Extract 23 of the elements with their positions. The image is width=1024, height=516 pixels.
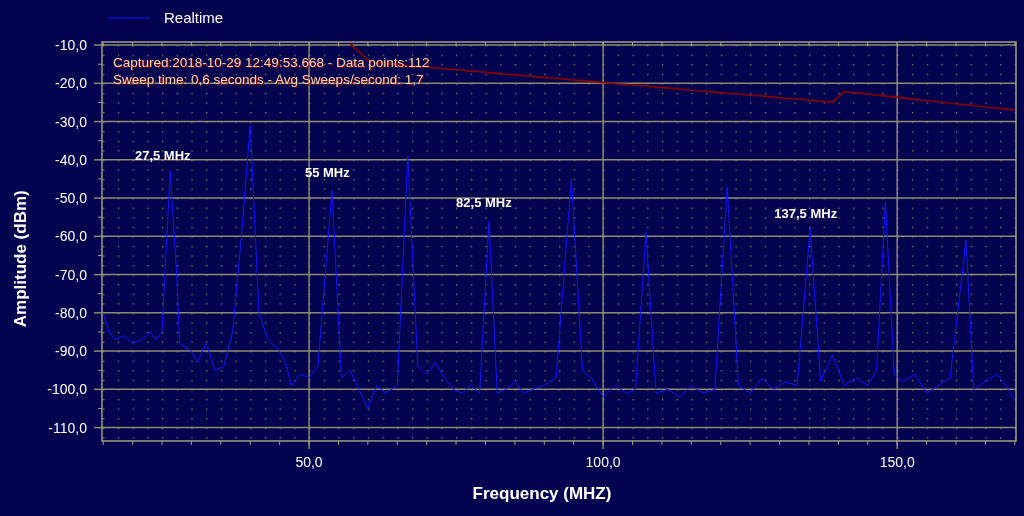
y-tick-label: -30,0 [55,113,87,130]
peak-label: 55 MHz [304,165,350,181]
peak-label: 27,5 MHz [134,148,191,164]
y-tick-label: -60,0 [55,228,87,245]
x-axis-title: Frequency (MHZ) [472,483,612,505]
x-tick-label: 150,0 [879,454,915,470]
y-tick-label: -110,0 [48,419,87,436]
legend-line-icon [108,17,150,19]
x-tick-label: 50,0 [295,454,323,470]
y-tick-label: -70,0 [55,266,87,283]
peak-label: 82,5 MHz [456,194,512,210]
legend-label: Realtime [164,7,224,28]
y-tick-label: -100,0 [47,381,87,398]
y-tick-label: -10,0 [55,37,87,54]
y-axis-title: Amplitude (dBm) [9,190,31,327]
y-tick-label: -50,0 [55,190,87,207]
capture-info-text: Captured:2018-10-29 12:49:53.668 - Data points:112 [113,54,430,71]
x-tick-label: 100,0 [585,454,621,470]
y-tick-label: -20,0 [55,75,87,92]
y-tick-label: -40,0 [55,151,87,168]
y-tick-label: -80,0 [55,304,87,321]
peak-label: 137,5 MHz [774,205,838,221]
y-tick-label: -90,0 [55,343,87,360]
